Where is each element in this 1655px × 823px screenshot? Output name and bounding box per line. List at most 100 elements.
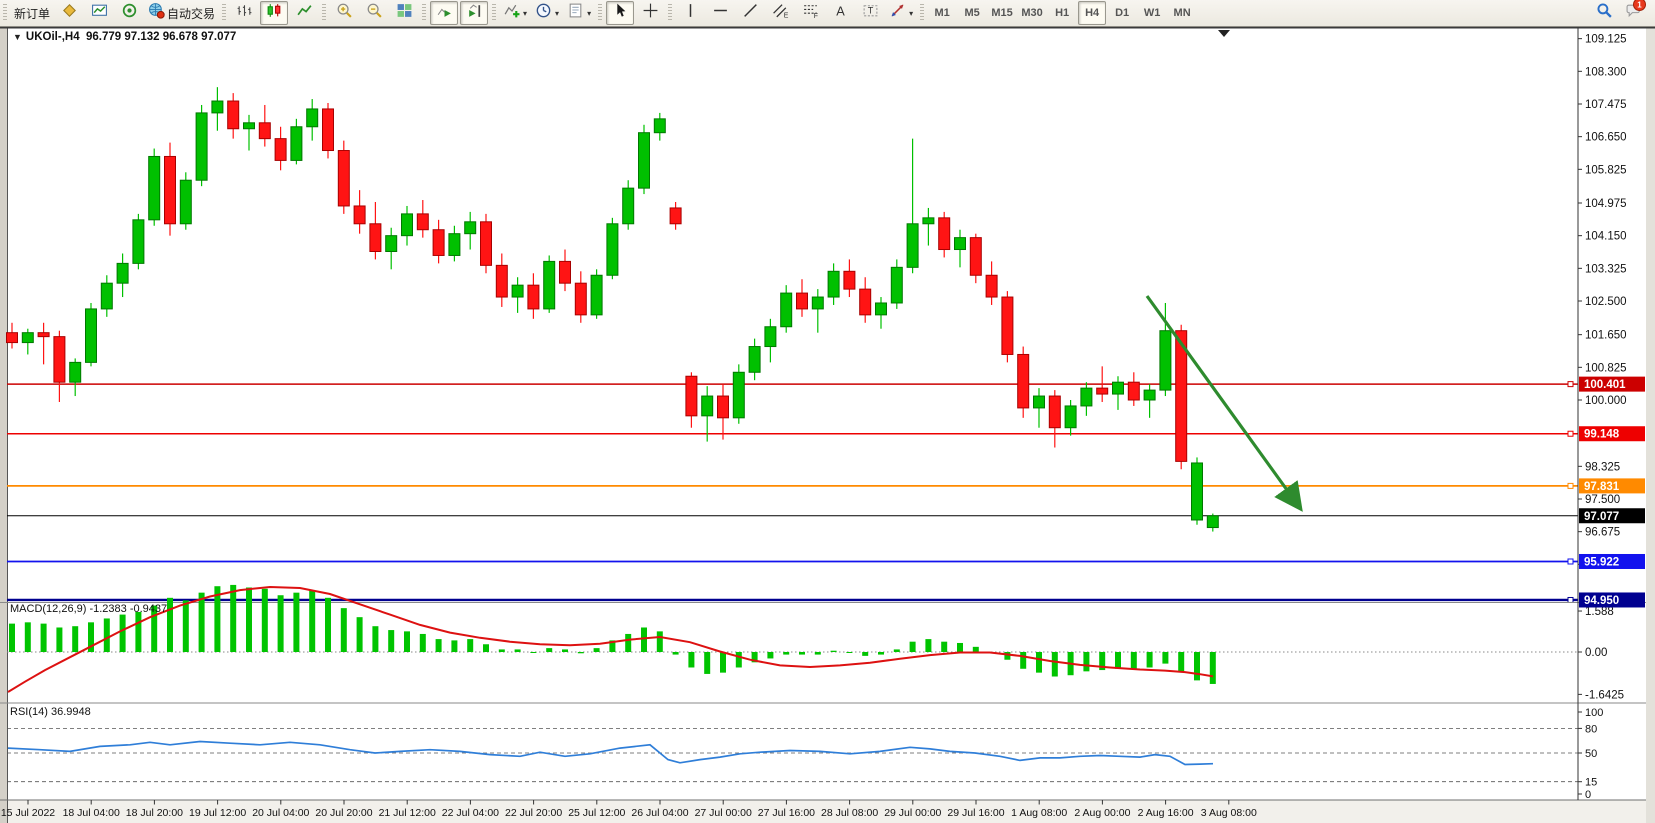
fibonacci-icon: F: [802, 2, 819, 24]
metaeditor-button[interactable]: [55, 1, 83, 25]
text-button[interactable]: A: [826, 1, 854, 25]
auto-scroll-button[interactable]: [430, 1, 458, 25]
macd-bar: [420, 634, 426, 652]
candle-body: [860, 289, 871, 315]
zoom-in-button[interactable]: [330, 1, 358, 25]
line-chart-icon: [296, 2, 313, 24]
macd-bar: [467, 639, 473, 652]
indicators-button[interactable]: ▾: [500, 1, 530, 25]
crosshair-button[interactable]: [636, 1, 664, 25]
market-watch-button[interactable]: [85, 1, 113, 25]
candle-body: [402, 214, 413, 236]
tf-m1-button[interactable]: M1: [928, 1, 956, 25]
dropdown-caret-icon[interactable]: ▾: [587, 9, 591, 18]
bar-chart-button[interactable]: [230, 1, 258, 25]
macd-bar: [9, 624, 15, 652]
tf-m30-button[interactable]: M30: [1018, 1, 1046, 25]
candle-body: [512, 285, 523, 297]
tf-w1-button[interactable]: W1: [1138, 1, 1166, 25]
vertical-line-button[interactable]: [676, 1, 704, 25]
candle-body: [797, 293, 808, 309]
candle-body: [733, 372, 744, 418]
tf-h1-button[interactable]: H1: [1048, 1, 1076, 25]
trendline-icon: [742, 2, 759, 24]
macd-bar: [278, 595, 284, 652]
navigator-button[interactable]: [115, 1, 143, 25]
zoom-in-icon: [336, 2, 353, 24]
dropdown-caret-icon[interactable]: ▾: [909, 9, 913, 18]
toolbar-group-grip[interactable]: [598, 4, 602, 22]
candle-body: [354, 206, 365, 224]
macd-bar: [530, 652, 536, 653]
toolbar-group-grip[interactable]: [422, 4, 426, 22]
candle-body: [844, 271, 855, 289]
line-handle[interactable]: [1568, 431, 1573, 436]
toolbar-group-grip[interactable]: [322, 4, 326, 22]
time-label: 29 Jul 16:00: [947, 807, 1004, 819]
cursor-button[interactable]: [606, 1, 634, 25]
svg-text:80: 80: [1585, 723, 1597, 735]
macd-bar: [451, 640, 457, 652]
dropdown-caret-icon[interactable]: ▾: [523, 9, 527, 18]
toolbar-group-grip[interactable]: [920, 4, 924, 22]
line-handle[interactable]: [1568, 382, 1573, 387]
time-label: 15 Jul 2022: [1, 807, 55, 819]
label-button[interactable]: T: [856, 1, 884, 25]
macd-bar: [25, 622, 31, 652]
toolbar-group-grip[interactable]: [668, 4, 672, 22]
autotrading-button[interactable]: 自动交易: [145, 1, 218, 25]
toolbar-group-grip[interactable]: [3, 4, 7, 22]
equidistant-channel-button[interactable]: E: [766, 1, 794, 25]
horizontal-line-icon: [712, 2, 729, 24]
macd-bar: [262, 589, 268, 652]
line-chart-button[interactable]: [290, 1, 318, 25]
templates-button[interactable]: ▾: [564, 1, 594, 25]
tile-windows-button[interactable]: [390, 1, 418, 25]
macd-bar: [894, 649, 900, 652]
candle-body: [781, 293, 792, 327]
search-button[interactable]: [1590, 1, 1618, 25]
macd-bar: [293, 593, 299, 652]
toolbar-group-grip[interactable]: [222, 4, 226, 22]
periods-button[interactable]: ▾: [532, 1, 562, 25]
candle-body: [544, 261, 555, 309]
line-handle[interactable]: [1568, 559, 1573, 564]
horizontal-line-button[interactable]: [706, 1, 734, 25]
fibonacci-button[interactable]: F: [796, 1, 824, 25]
candle-body: [607, 224, 618, 275]
line-handle[interactable]: [1568, 597, 1573, 602]
tf-mn-button[interactable]: MN: [1168, 1, 1196, 25]
candle-body: [1034, 396, 1045, 408]
arrows-button[interactable]: ▾: [886, 1, 916, 25]
tf-m15-button[interactable]: M15: [988, 1, 1016, 25]
candle-body: [307, 109, 318, 127]
candle-body: [433, 230, 444, 256]
collapse-arrow-icon[interactable]: ▼: [13, 32, 22, 42]
tf-m5-button[interactable]: M5: [958, 1, 986, 25]
macd-bar: [135, 612, 141, 652]
toolbar-group-grip[interactable]: [492, 4, 496, 22]
candle-body: [149, 156, 160, 219]
chart-canvas[interactable]: 109.125108.300107.475106.650105.825104.9…: [0, 0, 1655, 823]
zoom-out-button[interactable]: [360, 1, 388, 25]
new-order-button[interactable]: 新订单: [11, 1, 53, 25]
time-label: 18 Jul 20:00: [126, 807, 183, 819]
time-label: 20 Jul 20:00: [315, 807, 372, 819]
candlestick-chart-button[interactable]: [260, 1, 288, 25]
time-label: 1 Aug 08:00: [1011, 807, 1067, 819]
notifications-button[interactable]: 1: [1620, 1, 1648, 25]
line-handle[interactable]: [1568, 483, 1573, 488]
time-label: 22 Jul 20:00: [505, 807, 562, 819]
chart-shift-button[interactable]: [460, 1, 488, 25]
tf-d1-button[interactable]: D1: [1108, 1, 1136, 25]
trendline-button[interactable]: [736, 1, 764, 25]
macd-bar: [1210, 652, 1216, 684]
tf-h4-button[interactable]: H4: [1078, 1, 1106, 25]
templates-icon: [567, 2, 584, 24]
candle-body: [481, 222, 492, 266]
candle-body: [133, 220, 144, 264]
candle-body: [955, 238, 966, 250]
dropdown-caret-icon[interactable]: ▾: [555, 9, 559, 18]
candle-body: [591, 275, 602, 315]
chart-background[interactable]: [7, 28, 1646, 800]
